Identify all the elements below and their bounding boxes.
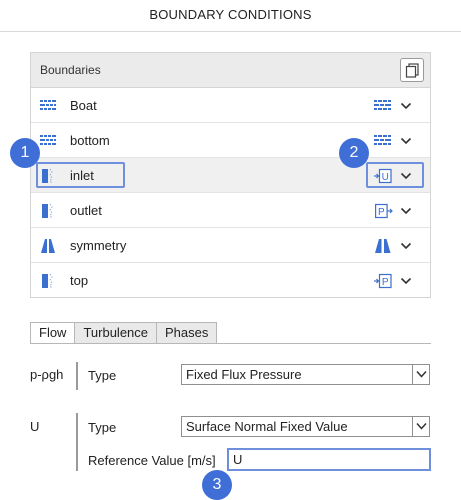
chevron-down-icon[interactable] — [400, 240, 412, 252]
tab-phases[interactable]: Phases — [156, 322, 218, 344]
callout-badge-2: 2 — [339, 138, 369, 168]
boundary-name: outlet — [70, 203, 102, 218]
chevron-down-icon[interactable] — [400, 275, 412, 287]
boundaries-header: Boundaries — [31, 53, 430, 88]
p-rgh-type-select[interactable]: Fixed Flux Pressure — [181, 364, 430, 385]
patch-icon — [42, 168, 53, 184]
pressure-outlet-icon[interactable]: P — [374, 202, 394, 220]
chevron-down-icon[interactable] — [400, 205, 412, 217]
chevron-down-icon — [416, 370, 427, 378]
type-label: Type — [88, 368, 117, 383]
boundary-name: inlet — [70, 168, 94, 183]
select-dropdown-button[interactable] — [412, 417, 429, 436]
wall-type-icon[interactable] — [374, 97, 392, 115]
u-type-select[interactable]: Surface Normal Fixed Value — [181, 416, 430, 437]
boundary-name: bottom — [70, 133, 110, 148]
select-value: Surface Normal Fixed Value — [186, 419, 348, 434]
boundary-row-symmetry[interactable]: symmetry — [31, 228, 430, 263]
tab-flow[interactable]: Flow — [30, 322, 76, 344]
wall-icon — [40, 135, 56, 145]
callout-badge-3: 3 — [202, 470, 232, 500]
boundary-row-bottom[interactable]: bottom — [31, 123, 430, 158]
boundaries-list: Boundaries Boat bottom inlet U outlet P … — [30, 52, 431, 298]
panel-title: BOUNDARY CONDITIONS — [0, 0, 461, 32]
tab-bar: Flow Turbulence Phases — [30, 322, 218, 344]
select-value: Fixed Flux Pressure — [186, 367, 302, 382]
svg-text:P: P — [382, 277, 389, 288]
callout-badge-1: 1 — [10, 138, 40, 168]
chevron-down-icon[interactable] — [400, 135, 412, 147]
wall-type-icon[interactable] — [374, 132, 392, 150]
symmetry-type-icon[interactable] — [374, 237, 392, 255]
chevron-down-icon[interactable] — [400, 170, 412, 182]
chevron-down-icon — [416, 422, 427, 430]
reference-value-label: Reference Value [m/s] — [88, 453, 216, 468]
patch-icon — [42, 273, 53, 289]
boundary-name: top — [70, 273, 89, 288]
field-label-p-rgh: p-ρgh — [30, 367, 64, 382]
boundary-row-top[interactable]: top P — [31, 263, 430, 298]
boundary-name: symmetry — [70, 238, 127, 253]
pressure-inlet-icon[interactable]: P — [374, 272, 392, 290]
boundaries-header-label: Boundaries — [40, 63, 101, 77]
boundary-row-inlet[interactable]: inlet U — [31, 158, 430, 193]
boundary-name: Boat — [70, 98, 97, 113]
select-dropdown-button[interactable] — [412, 365, 429, 384]
field-divider — [76, 413, 78, 471]
field-label-u: U — [30, 419, 40, 434]
boundary-row-boat[interactable]: Boat — [31, 88, 430, 123]
boundary-row-outlet[interactable]: outlet P — [31, 193, 430, 228]
type-label: Type — [88, 420, 117, 435]
copy-button[interactable] — [400, 58, 424, 82]
tab-turbulence[interactable]: Turbulence — [74, 322, 158, 344]
tab-divider — [30, 343, 431, 344]
field-divider — [76, 362, 78, 390]
copy-icon — [405, 63, 419, 78]
patch-icon — [42, 203, 53, 219]
reference-value-input[interactable]: U — [227, 448, 431, 471]
svg-text:P: P — [378, 207, 385, 218]
velocity-inlet-icon[interactable]: U — [374, 167, 392, 185]
symmetry-icon — [41, 239, 55, 253]
wall-icon — [40, 100, 56, 110]
svg-text:U: U — [382, 172, 389, 183]
chevron-down-icon[interactable] — [400, 100, 412, 112]
